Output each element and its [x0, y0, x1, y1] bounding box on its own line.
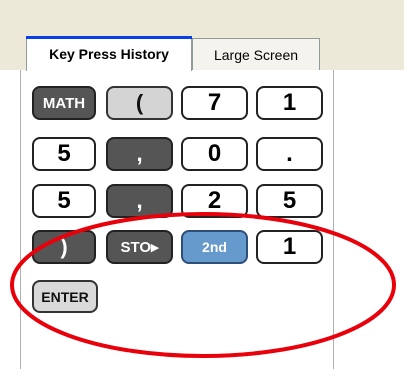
key-sto-button[interactable]: STO▸: [106, 230, 173, 264]
key-label: 5: [282, 187, 297, 214]
key-math-button[interactable]: MATH: [32, 86, 96, 120]
key-7-button[interactable]: 7: [181, 86, 248, 120]
key-label: .: [286, 140, 293, 167]
key-label: ,: [136, 141, 143, 166]
key-label: 2nd: [202, 239, 227, 255]
key-2nd-button[interactable]: 2nd: [181, 230, 248, 264]
key-label: (: [135, 90, 144, 115]
key-1-button[interactable]: 1: [256, 86, 323, 120]
key-open-paren-button[interactable]: (: [106, 86, 173, 120]
key-label: ,: [136, 188, 143, 213]
tab-key-press-history-label: Key Press History: [49, 46, 169, 62]
tab-key-press-history[interactable]: Key Press History: [26, 36, 192, 71]
key-label: ): [60, 234, 68, 259]
active-tab-indicator: [26, 36, 192, 39]
key-1-button[interactable]: 1: [256, 230, 323, 264]
key-label: ENTER: [41, 288, 89, 305]
key-5-button[interactable]: 5: [256, 184, 323, 218]
key-2-button[interactable]: 2: [181, 184, 248, 218]
key-decimal-button[interactable]: .: [256, 137, 323, 171]
key-comma-button[interactable]: ,: [106, 137, 173, 171]
calculator-window: Key Press History Large Screen MATH ( 7 …: [0, 0, 404, 369]
key-5-button[interactable]: 5: [32, 137, 96, 171]
top-strip: [0, 0, 404, 30]
key-label: 7: [207, 89, 222, 116]
key-label: 5: [57, 187, 71, 214]
key-label: 1: [282, 233, 297, 260]
tab-large-screen-label: Large Screen: [213, 46, 299, 63]
key-label: 0: [207, 140, 222, 167]
key-enter-button[interactable]: ENTER: [32, 280, 98, 313]
key-label: 1: [282, 89, 297, 116]
key-close-paren-button[interactable]: ): [32, 230, 96, 264]
key-0-button[interactable]: 0: [181, 137, 248, 171]
key-label: 5: [57, 140, 71, 167]
tab-large-screen[interactable]: Large Screen: [192, 38, 320, 70]
key-5-button[interactable]: 5: [32, 184, 96, 218]
key-comma-button[interactable]: ,: [106, 184, 173, 218]
key-label: MATH: [42, 94, 86, 112]
key-label: 2: [207, 187, 222, 214]
key-label: STO▸: [120, 239, 159, 256]
